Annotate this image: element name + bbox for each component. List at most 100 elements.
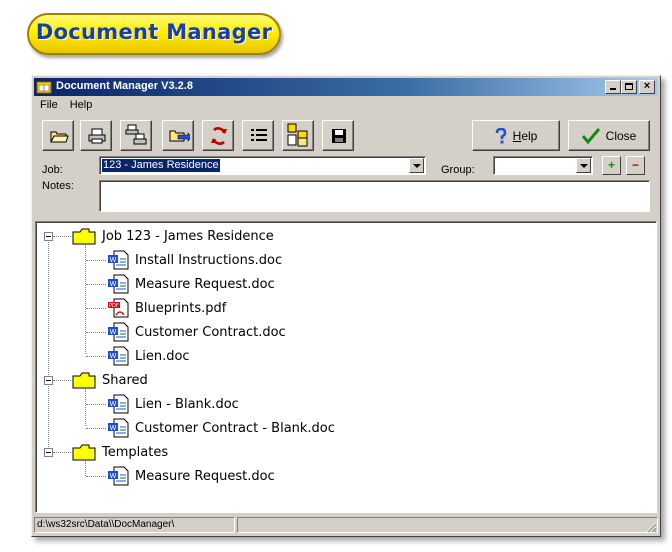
resize-grip-icon[interactable] <box>645 521 657 533</box>
collapse-icon[interactable] <box>44 376 53 385</box>
folder-icon <box>72 372 96 388</box>
tree-guide <box>53 236 71 237</box>
tree-guide <box>86 260 106 261</box>
svg-text:W: W <box>110 472 117 480</box>
tree-guide <box>86 332 106 333</box>
app-logo: Document Manager <box>27 13 281 55</box>
menu-file[interactable]: File <box>34 97 64 114</box>
checkmark-icon <box>581 127 600 144</box>
question-mark-icon <box>495 127 506 143</box>
word-doc-icon: W <box>108 418 129 438</box>
tree-item-label: Lien.doc <box>135 348 190 364</box>
menu-help[interactable]: Help <box>64 97 99 114</box>
tree-item-doc[interactable]: W Customer Contract - Blank.doc <box>107 417 335 439</box>
tree-item-doc[interactable]: W Measure Request.doc <box>107 273 275 295</box>
files-tree-icon <box>287 123 308 147</box>
help-button[interactable]: Help <box>472 120 560 151</box>
chevron-down-icon[interactable] <box>576 158 591 173</box>
tree-item-label: Measure Request.doc <box>135 468 275 484</box>
add-group-button[interactable]: + <box>602 156 621 175</box>
print-icon <box>88 128 106 144</box>
svg-text:W: W <box>110 352 117 360</box>
print-all-button[interactable] <box>120 120 152 151</box>
tree-guide <box>86 284 106 285</box>
window-title: Document Manager V3.2.8 <box>56 80 193 92</box>
tree-item-pdf[interactable]: PDF Blueprints.pdf <box>107 297 226 319</box>
collapse-icon[interactable] <box>44 448 53 457</box>
tree-guide <box>86 308 106 309</box>
folder-icon <box>72 228 96 244</box>
collapse-icon[interactable] <box>44 232 53 241</box>
list-view-icon <box>251 129 267 141</box>
menu-bar: File Help <box>34 97 98 114</box>
open-button[interactable] <box>42 120 74 151</box>
window-controls: × <box>605 80 655 94</box>
app-icon <box>36 81 52 94</box>
maximize-button[interactable] <box>621 80 637 94</box>
print-multiple-icon <box>125 124 147 145</box>
word-doc-icon: W <box>108 466 129 486</box>
group-combobox[interactable] <box>493 156 593 175</box>
tree-folder-label: Job 123 - James Residence <box>102 228 274 244</box>
tree-guide <box>86 428 106 429</box>
job-value: 123 - James Residence <box>102 159 220 172</box>
tree-folder-job-123[interactable]: Job 123 - James Residence <box>72 225 274 247</box>
tree-folder-shared[interactable]: Shared <box>72 369 148 391</box>
svg-text:W: W <box>110 256 117 264</box>
svg-text:W: W <box>110 328 117 336</box>
close-button-label: Close <box>605 128 637 143</box>
tree-item-label: Install Instructions.doc <box>135 252 283 268</box>
tree-item-label: Blueprints.pdf <box>135 300 227 316</box>
tree-item-label: Customer Contract.doc <box>135 324 286 340</box>
list-button[interactable] <box>242 120 274 151</box>
save-disk-icon <box>332 129 346 143</box>
refresh-icon <box>211 127 227 145</box>
logo-text: Document Manager <box>35 20 273 44</box>
title-bar[interactable]: Document Manager V3.2.8 × <box>34 78 658 96</box>
help-button-label: Help <box>512 128 538 143</box>
svg-text:W: W <box>110 400 117 408</box>
word-doc-icon: W <box>108 274 129 294</box>
close-window-button[interactable]: × <box>639 80 655 94</box>
close-button[interactable]: Close <box>568 120 650 151</box>
move-button[interactable] <box>162 120 194 151</box>
tree-item-doc[interactable]: W Measure Request.doc <box>107 465 275 487</box>
group-label: Group: <box>441 164 475 176</box>
tree-guide <box>53 380 71 381</box>
tree-guide <box>48 236 49 453</box>
word-doc-icon: W <box>108 250 129 270</box>
tree-item-doc[interactable]: W Lien - Blank.doc <box>107 393 239 415</box>
notes-label: Notes: <box>42 180 74 192</box>
tree-item-doc[interactable]: W Install Instructions.doc <box>107 249 282 271</box>
minimize-button[interactable] <box>605 80 621 94</box>
refresh-button[interactable] <box>202 120 234 151</box>
tree-item-doc[interactable]: W Customer Contract.doc <box>107 321 286 343</box>
print-button[interactable] <box>80 120 112 151</box>
folder-icon <box>72 444 96 460</box>
save-button[interactable] <box>322 120 354 151</box>
move-to-folder-icon <box>169 130 190 142</box>
tree-item-label: Lien - Blank.doc <box>135 396 239 412</box>
tree-folder-templates[interactable]: Templates <box>72 441 168 463</box>
tree-guide <box>86 356 106 357</box>
word-doc-icon: W <box>108 394 129 414</box>
status-pane-2 <box>237 517 658 533</box>
word-doc-icon: W <box>108 346 129 366</box>
tree-item-label: Customer Contract - Blank.doc <box>135 420 335 436</box>
word-doc-icon: W <box>108 322 129 342</box>
minimize-icon <box>610 88 616 90</box>
job-combobox[interactable]: 123 - James Residence <box>99 156 426 175</box>
document-tree[interactable]: Job 123 - James Residence W Install Inst… <box>35 221 657 513</box>
tree-guide <box>85 388 86 426</box>
tree-guide <box>53 452 71 453</box>
maximize-icon <box>625 83 633 90</box>
remove-group-button[interactable]: − <box>626 156 645 175</box>
notes-field[interactable] <box>99 180 650 212</box>
tree-guide <box>86 476 106 477</box>
files-button[interactable] <box>282 120 314 151</box>
chevron-down-icon[interactable] <box>409 158 424 173</box>
svg-text:W: W <box>110 280 117 288</box>
open-folder-icon <box>50 131 69 143</box>
tree-item-doc[interactable]: W Lien.doc <box>107 345 190 367</box>
status-bar: d:\ws32src\Data\\DocManager\ <box>34 516 658 534</box>
